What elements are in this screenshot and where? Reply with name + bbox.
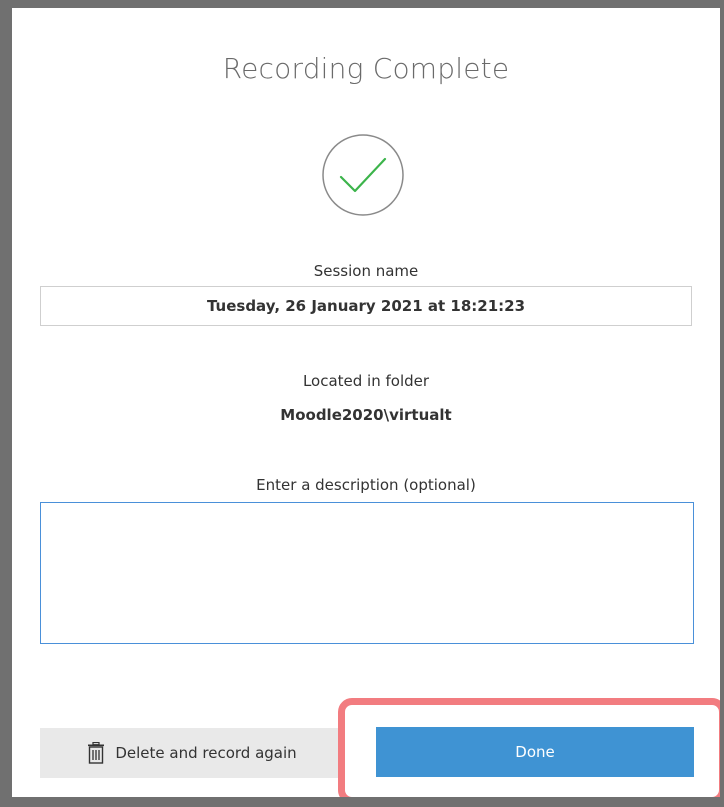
session-name-label: Session name <box>313 262 419 280</box>
description-input[interactable] <box>40 502 694 644</box>
window-frame: Recording Complete Session name Tuesday,… <box>0 0 724 807</box>
delete-and-record-again-button[interactable]: Delete and record again <box>40 728 344 778</box>
folder-label: Located in folder <box>302 372 430 390</box>
folder-value: Moodle2020\virtualt <box>280 406 452 424</box>
done-highlight-annotation <box>338 698 720 797</box>
description-label: Enter a description (optional) <box>256 476 476 494</box>
trash-icon <box>88 742 105 764</box>
dialog-title: Recording Complete <box>222 52 510 85</box>
session-name-field[interactable]: Tuesday, 26 January 2021 at 18:21:23 <box>40 286 692 326</box>
delete-button-label: Delete and record again <box>115 744 297 762</box>
recording-complete-dialog: Recording Complete Session name Tuesday,… <box>12 8 720 797</box>
session-name-value: Tuesday, 26 January 2021 at 18:21:23 <box>206 297 526 315</box>
check-circle-icon <box>322 134 404 216</box>
